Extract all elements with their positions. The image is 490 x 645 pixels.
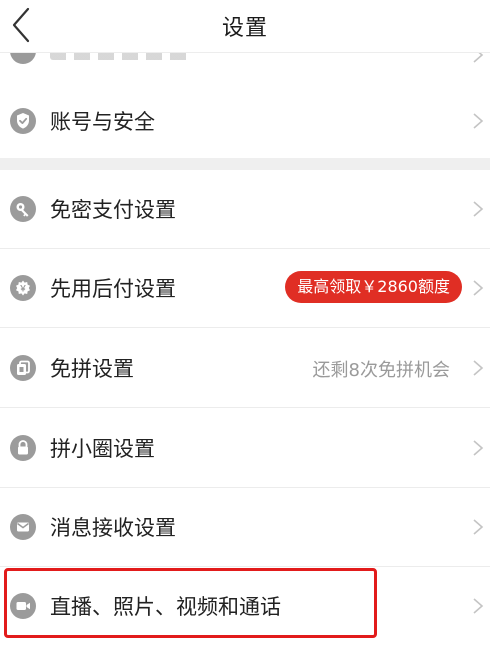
promo-badge: 最高领取￥2860额度	[285, 271, 462, 303]
copy-icon	[10, 355, 36, 381]
partial-settings-row[interactable]	[0, 52, 490, 83]
settings-row-label: 先用后付设置	[50, 277, 176, 301]
settings-row-label: 账号与安全	[50, 110, 155, 134]
settings-row-label: 免拼设置	[50, 357, 134, 381]
settings-row-account-security[interactable]: 账号与安全	[0, 82, 490, 160]
chevron-right-icon	[473, 113, 484, 129]
partial-row-label	[50, 52, 190, 60]
chevron-right-icon	[473, 598, 484, 614]
chevron-right-icon	[473, 519, 484, 535]
lock-icon	[10, 435, 36, 461]
remaining-chances-text: 还剩8次免拼机会	[312, 360, 450, 381]
section-divider	[0, 158, 490, 170]
settings-row-password-free-pay[interactable]: 免密支付设置	[0, 170, 490, 249]
key-icon	[10, 196, 36, 222]
page-title: 设置	[221, 16, 268, 41]
svg-text:￥: ￥	[19, 284, 27, 293]
settings-row-circle[interactable]: 拼小圈设置	[0, 409, 490, 488]
settings-row-label: 直播、照片、视频和通话	[50, 595, 281, 619]
video-camera-icon	[10, 593, 36, 619]
settings-row-label: 拼小圈设置	[50, 437, 155, 461]
settings-row-media-call[interactable]: 直播、照片、视频和通话	[0, 567, 490, 645]
chevron-right-icon	[473, 201, 484, 217]
partial-row-icon	[10, 52, 36, 64]
shield-check-icon	[10, 108, 36, 134]
settings-row-free-group[interactable]: 免拼设置 还剩8次免拼机会	[0, 329, 490, 408]
chevron-right-icon	[473, 280, 484, 296]
chevron-right-icon	[473, 52, 484, 63]
gear-badge-icon: ￥	[10, 275, 36, 301]
chevron-right-icon	[473, 360, 484, 376]
top-bar: 设置	[0, 0, 490, 53]
chevron-right-icon	[473, 440, 484, 456]
settings-row-messages[interactable]: 消息接收设置	[0, 488, 490, 567]
mail-icon	[10, 514, 36, 540]
settings-row-label: 免密支付设置	[50, 198, 176, 222]
settings-row-label: 消息接收设置	[50, 516, 176, 540]
settings-row-pay-later[interactable]: ￥ 先用后付设置 最高领取￥2860额度	[0, 249, 490, 328]
